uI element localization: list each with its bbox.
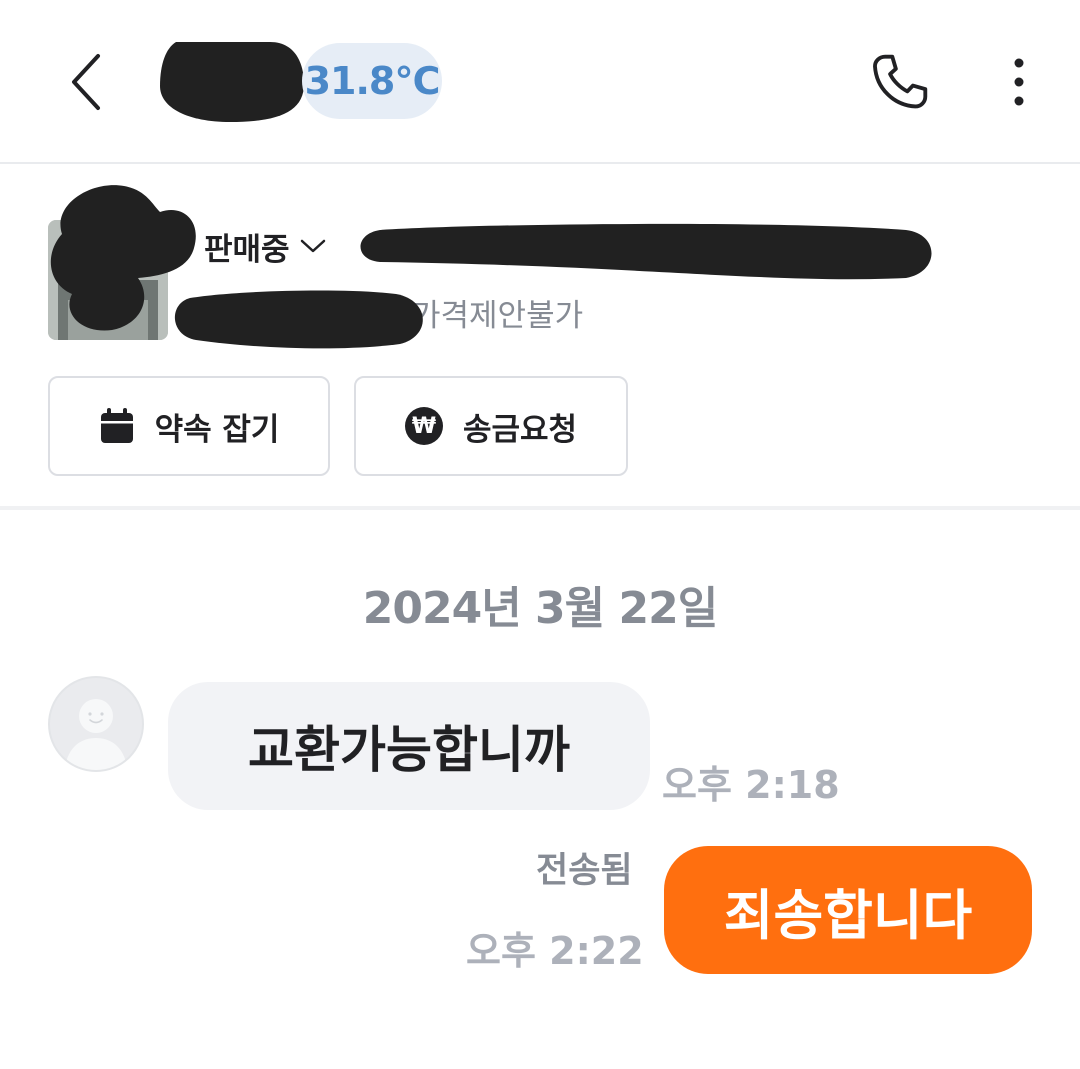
- more-button[interactable]: [994, 46, 1044, 118]
- calendar-icon: [100, 408, 133, 443]
- money-request-label: 송금요청: [462, 411, 578, 448]
- more-vertical-icon: [1014, 58, 1024, 106]
- money-request-button[interactable]: ₩ 송금요청: [354, 376, 628, 476]
- chat-header: 31.8℃: [0, 0, 1080, 164]
- message-sent-status: 전송됨: [536, 851, 633, 891]
- back-button[interactable]: [56, 44, 116, 120]
- phone-icon: [873, 54, 928, 109]
- chevron-left-icon: [72, 54, 100, 110]
- price-offer-note: 가격제안불가: [412, 298, 584, 334]
- won-icon: ₩: [404, 407, 443, 445]
- make-appointment-button[interactable]: 약속 잡기: [48, 376, 330, 476]
- outgoing-message-bubble[interactable]: 죄송합니다: [664, 846, 1032, 974]
- incoming-message-bubble[interactable]: 교환가능합니까: [168, 682, 650, 810]
- sale-status-dropdown[interactable]: 판매중: [204, 222, 326, 270]
- avatar[interactable]: [48, 676, 144, 772]
- chevron-down-icon: [300, 239, 325, 253]
- default-profile-icon: [64, 699, 128, 770]
- chat-date-divider: 2024년 3월 22일: [362, 583, 718, 634]
- sale-status-label: 판매중: [204, 231, 290, 268]
- incoming-message-time: 오후 2:18: [662, 763, 840, 807]
- make-appointment-label: 약속 잡기: [154, 411, 280, 448]
- redacted-username: [160, 42, 304, 122]
- outgoing-message-time: 오후 2:22: [466, 929, 644, 973]
- manner-temperature-badge[interactable]: 31.8℃: [302, 43, 442, 119]
- product-summary[interactable]: 판매중 가격제안불가 약속 잡기 ₩ 송금요청: [0, 166, 1080, 510]
- redacted-price: [174, 290, 423, 349]
- redacted-product-title: [360, 223, 932, 280]
- call-button[interactable]: [862, 46, 938, 118]
